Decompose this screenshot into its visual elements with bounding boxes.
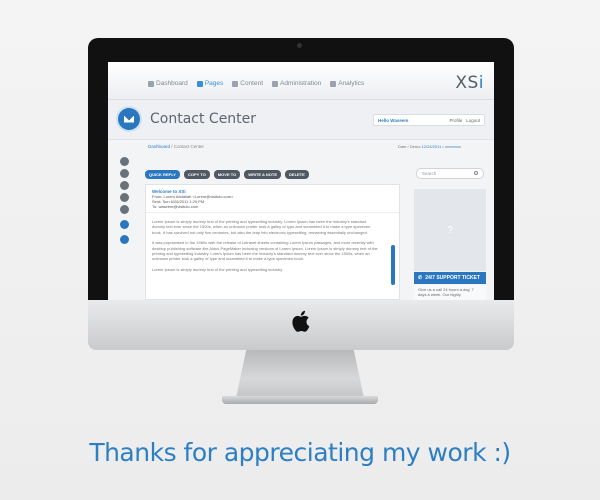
delete-button[interactable]: DELETE xyxy=(285,169,309,179)
chart-icon xyxy=(330,80,337,87)
content-icon xyxy=(232,80,239,87)
nav-item-label: Administration xyxy=(280,80,322,87)
quick-reply-button[interactable]: QUICK REPLY xyxy=(145,169,180,179)
logout-link[interactable]: Logout xyxy=(466,118,480,123)
nav-item-label: Analytics xyxy=(338,80,365,87)
search-icon xyxy=(474,171,478,175)
profile-link[interactable]: Profile xyxy=(449,118,462,123)
message-panel: Welcome to XSi From: Lorem Abdallah <Lor… xyxy=(145,184,400,300)
monitor-bezel: Dashboard Pages Content Administration A… xyxy=(88,38,514,300)
screen: Dashboard Pages Content Administration A… xyxy=(108,62,494,300)
message-paragraph: Lorem Ipsum is simply dummy text of the … xyxy=(152,266,284,272)
monitor-stand-foot xyxy=(222,396,378,404)
date-value: 12/24/2011 • xxxxxxxx xyxy=(421,144,461,149)
document-icon xyxy=(196,80,203,87)
breadcrumb-dashboard[interactable]: Dashboard xyxy=(148,144,170,149)
phone-icon: ✆ xyxy=(418,275,423,281)
main-nav: Dashboard Pages Content Administration A… xyxy=(148,80,364,87)
top-navigation-bar: Dashboard Pages Content Administration A… xyxy=(108,62,494,100)
placeholder-mark: ? xyxy=(447,224,453,236)
brand-name: XS xyxy=(455,73,479,93)
home-icon xyxy=(148,80,154,87)
left-icon-rail xyxy=(118,157,130,244)
message-to: To: waseem@visitulo.com xyxy=(152,204,199,209)
search-placeholder: Search xyxy=(422,171,437,176)
sent-icon[interactable] xyxy=(119,169,129,178)
envelope-icon xyxy=(118,108,140,130)
apple-logo-icon xyxy=(292,310,310,332)
trash-icon[interactable] xyxy=(119,205,129,214)
nav-item-content[interactable]: Content xyxy=(232,80,263,87)
breadcrumb-current: Contact Center xyxy=(173,144,205,149)
breadcrumb: Dashboard / Contact Center xyxy=(148,144,204,149)
page-title: Contact Center xyxy=(150,111,257,127)
message-paragraph: It was popularised in the 1960s with the… xyxy=(152,240,378,262)
nav-item-dashboard[interactable]: Dashboard xyxy=(148,80,188,87)
user-icon xyxy=(272,80,279,87)
brand-logo[interactable]: XSi xyxy=(455,73,484,93)
camera-dot xyxy=(297,43,302,48)
brand-accent: i xyxy=(478,73,484,93)
archive-icon[interactable] xyxy=(119,193,129,202)
support-ticket-text: Give us a call 24 hours a day, 7 days a … xyxy=(414,285,486,300)
move-to-button[interactable]: MOVE TO xyxy=(213,169,241,179)
message-paragraph: Lorem Ipsum is simply dummy text of the … xyxy=(152,219,371,235)
nav-item-pages[interactable]: Pages xyxy=(196,80,224,87)
nav-item-analytics[interactable]: Analytics xyxy=(330,80,364,87)
user-menu: Hello Waseem Profile Logout xyxy=(373,114,485,126)
support-ticket-button[interactable]: ✆ 24/7 SUPPORT TICKET xyxy=(414,272,486,284)
message-toolbar: QUICK REPLY COPY TO MOVE TO WRITE A NOTE… xyxy=(145,168,428,180)
thanks-caption: Thanks for appreciating my work :) xyxy=(89,438,511,467)
nav-item-label: Pages xyxy=(204,80,224,87)
settings-icon[interactable] xyxy=(119,235,129,244)
nav-item-administration[interactable]: Administration xyxy=(272,80,321,87)
monitor-chin xyxy=(88,300,514,350)
message-header: Welcome to XSi From: Lorem Abdallah <Lor… xyxy=(146,185,399,213)
inbox-icon[interactable] xyxy=(119,157,129,166)
message-body: Lorem Ipsum is simply dummy text of the … xyxy=(146,213,386,283)
date-info: Date / Demo 12/24/2011 • xxxxxxxx xyxy=(398,144,461,149)
nav-item-label: Dashboard xyxy=(156,80,188,87)
copy-to-button[interactable]: COPY TO xyxy=(183,169,210,179)
date-prefix: Date / Demo xyxy=(398,144,421,149)
write-note-button[interactable]: WRITE A NOTE xyxy=(244,169,282,179)
nav-item-label: Content xyxy=(240,80,264,87)
message-scrollbar[interactable] xyxy=(391,245,395,285)
monitor-stand xyxy=(236,350,364,398)
side-image-placeholder: ? xyxy=(414,189,486,271)
contacts-icon[interactable] xyxy=(119,220,129,229)
search-input[interactable]: Search xyxy=(416,168,484,179)
drafts-icon[interactable] xyxy=(119,181,129,190)
support-ticket-label: 24/7 SUPPORT TICKET xyxy=(425,275,480,281)
user-greeting: Hello Waseem xyxy=(378,117,409,123)
page-header: Contact Center Hello Waseem Profile Logo… xyxy=(108,100,494,140)
